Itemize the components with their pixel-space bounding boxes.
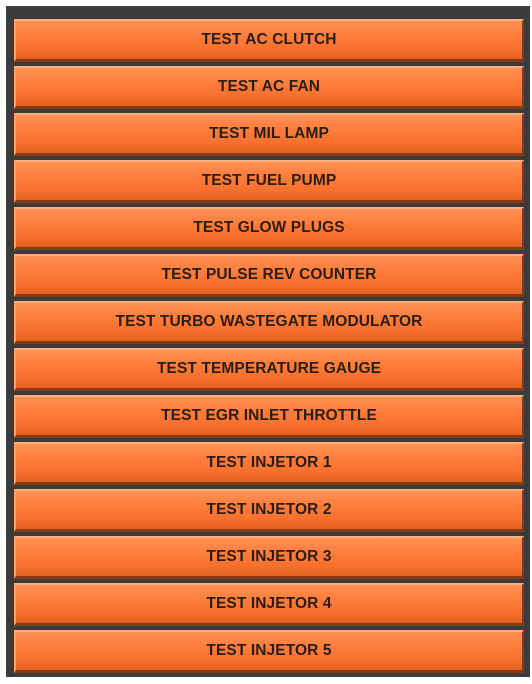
button-label: TEST PULSE REV COUNTER: [161, 266, 377, 283]
button-label: TEST TURBO WASTEGATE MODULATOR: [115, 313, 423, 330]
test-injector-1-button[interactable]: TEST INJETOR 1: [14, 442, 524, 485]
button-label: TEST GLOW PLUGS: [193, 219, 345, 236]
test-temperature-gauge-button[interactable]: TEST TEMPERATURE GAUGE: [14, 348, 524, 391]
test-injector-3-button[interactable]: TEST INJETOR 3: [14, 536, 524, 579]
button-label: TEST INJETOR 4: [206, 595, 332, 612]
test-ac-fan-button[interactable]: TEST AC FAN: [14, 66, 524, 109]
actuator-test-panel: TEST AC CLUTCH TEST AC FAN TEST MIL LAMP…: [6, 6, 530, 677]
test-mil-lamp-button[interactable]: TEST MIL LAMP: [14, 113, 524, 156]
test-glow-plugs-button[interactable]: TEST GLOW PLUGS: [14, 207, 524, 250]
button-label: TEST INJETOR 1: [206, 454, 332, 471]
test-ac-clutch-button[interactable]: TEST AC CLUTCH: [14, 19, 524, 62]
test-injector-4-button[interactable]: TEST INJETOR 4: [14, 583, 524, 626]
button-label: TEST INJETOR 5: [206, 642, 332, 659]
button-label: TEST INJETOR 2: [206, 501, 332, 518]
button-label: TEST TEMPERATURE GAUGE: [156, 360, 382, 377]
test-injector-2-button[interactable]: TEST INJETOR 2: [14, 489, 524, 532]
test-button-list: TEST AC CLUTCH TEST AC FAN TEST MIL LAMP…: [14, 19, 524, 673]
button-label: TEST EGR INLET THROTTLE: [161, 407, 377, 424]
button-label: TEST AC CLUTCH: [201, 31, 337, 48]
button-label: TEST INJETOR 3: [206, 548, 332, 565]
test-injector-5-button[interactable]: TEST INJETOR 5: [14, 630, 524, 673]
button-label: TEST FUEL PUMP: [201, 172, 337, 189]
test-pulse-rev-counter-button[interactable]: TEST PULSE REV COUNTER: [14, 254, 524, 297]
test-turbo-wastegate-modulator-button[interactable]: TEST TURBO WASTEGATE MODULATOR: [14, 301, 524, 344]
test-egr-inlet-throttle-button[interactable]: TEST EGR INLET THROTTLE: [14, 395, 524, 438]
test-fuel-pump-button[interactable]: TEST FUEL PUMP: [14, 160, 524, 203]
button-label: TEST AC FAN: [217, 78, 321, 95]
button-label: TEST MIL LAMP: [209, 125, 329, 142]
